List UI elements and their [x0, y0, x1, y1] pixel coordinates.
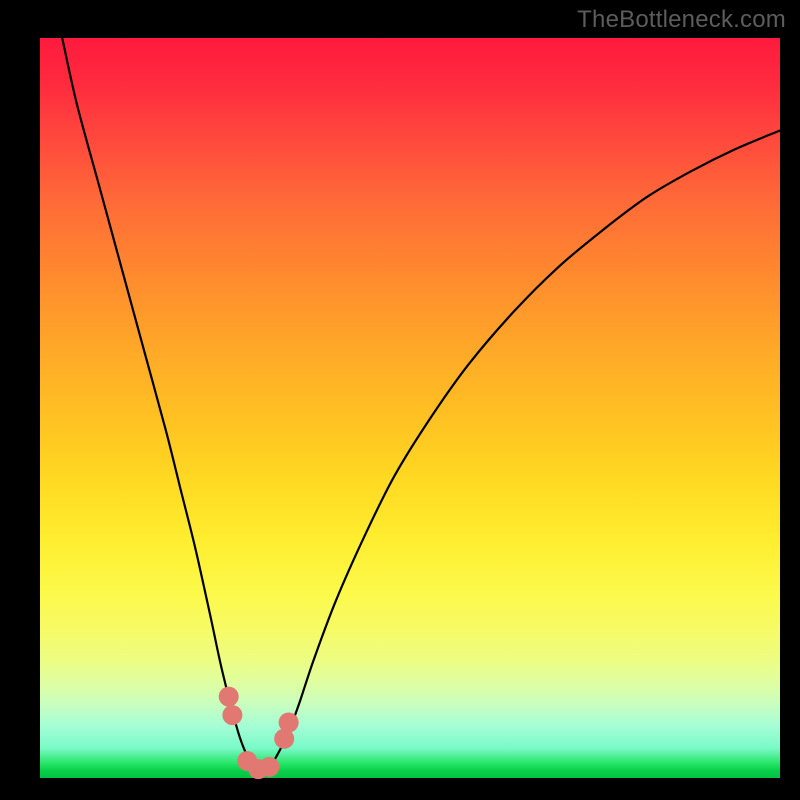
bottleneck-curve [62, 38, 780, 771]
curve-markers [219, 687, 299, 780]
curve-marker [222, 705, 242, 725]
watermark-text: TheBottleneck.com [577, 6, 786, 34]
curve-svg [40, 38, 780, 778]
curve-marker [219, 687, 239, 707]
chart-frame: TheBottleneck.com [0, 0, 800, 800]
curve-marker [279, 713, 299, 733]
curve-marker [259, 757, 279, 777]
plot-area [40, 38, 780, 778]
